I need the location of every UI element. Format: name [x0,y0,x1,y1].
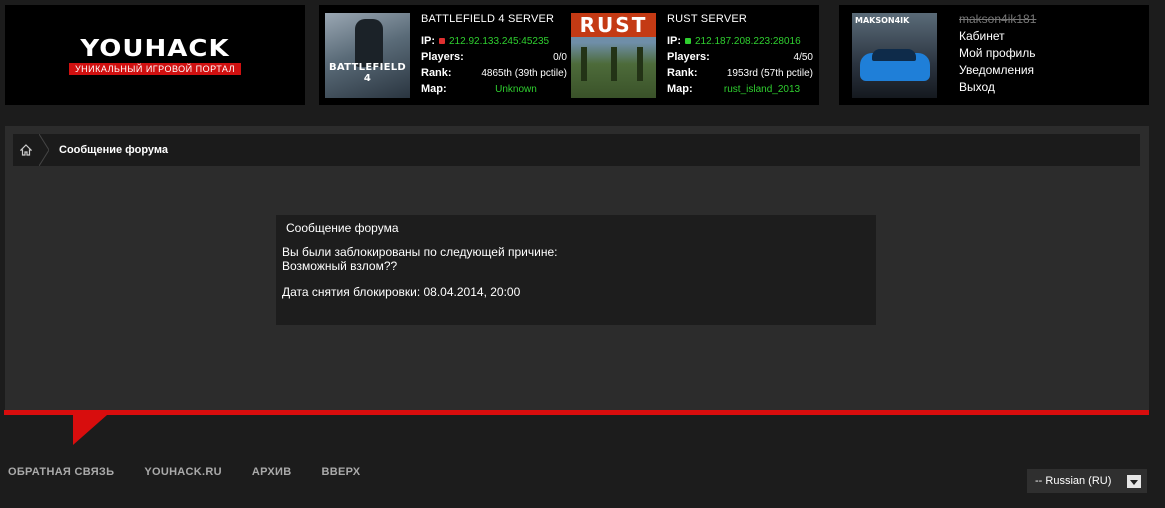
map-label: Map: [421,83,447,95]
map-label: Map: [667,83,693,95]
breadcrumb-separator-icon [39,134,49,166]
server-players-row: Players: 4/50 [667,49,813,65]
rust-logo: RUST [571,13,656,37]
soldier-figure [355,19,383,67]
server-ip-row: IP: 212.92.133.245:45235 [421,33,567,49]
menu-item-notifications[interactable]: Уведомления [959,62,1036,79]
server-map: rust_island_2013 [723,83,801,95]
rank-label: Rank: [667,67,698,79]
menu-item-profile[interactable]: Мой профиль [959,45,1036,62]
server-ip-value: 212.92.133.245:45235 [449,35,550,47]
server-ip-row: IP: 212.187.208.223:28016 [667,33,813,49]
footer-links: ОБРАТНАЯ СВЯЗЬ YOUHACK.RU АРХИВ ВВЕРХ [8,466,390,478]
server-title[interactable]: BATTLEFIELD 4 SERVER [421,13,567,25]
status-online-icon [685,37,691,44]
username[interactable]: makson4ik181 [959,12,1036,26]
rank-label: Rank: [421,67,452,79]
server-rank: 4865th (39th pctile) [481,67,567,79]
logo-subtitle: УНИКАЛЬНЫЙ ИГРОВОЙ ПОРТАЛ [68,62,242,75]
server-battlefield4: BATTLEFIELD 4 BATTLEFIELD 4 SERVER IP: 2… [325,13,567,99]
forum-message: Сообщение форума Вы были заблокированы п… [276,215,876,325]
server-info: BATTLEFIELD 4 SERVER IP: 212.92.133.245:… [421,13,567,97]
language-select[interactable]: -- Russian (RU) [1027,469,1147,493]
user-panel: MAKSON4IK makson4ik181 Кабинет Мой профи… [839,5,1149,105]
server-players-row: Players: 0/0 [421,49,567,65]
server-players: 4/50 [793,51,813,63]
home-icon [20,144,32,156]
message-body: Вы были заблокированы по следующей причи… [276,241,876,303]
ip-label: IP: [667,35,682,47]
players-label: Players: [667,51,710,63]
server-ip: 212.187.208.223:28016 [685,36,813,47]
server-rank: 1953rd (57th pctile) [726,67,813,79]
server-map-row: Map: rust_island_2013 [667,81,813,97]
breadcrumb: Сообщение форума [13,134,1140,166]
players-label: Players: [421,51,464,63]
status-offline-icon [439,37,445,44]
server-ip: 212.92.133.245:45235 [439,36,567,47]
server-map: Unknown [495,83,537,95]
avatar[interactable]: MAKSON4IK [852,13,937,98]
footer-link-top[interactable]: ВВЕРХ [321,466,360,478]
server-title[interactable]: RUST SERVER [667,13,813,25]
tree-shape [581,47,587,81]
message-line: Возможный взлом?? [282,259,398,273]
message-title: Сообщение форума [286,221,399,235]
footer-tab-marker [73,415,107,445]
message-line: Дата снятия блокировки: 08.04.2014, 20:0… [282,285,521,299]
menu-item-cabinet[interactable]: Кабинет [959,28,1036,45]
tree-shape [637,47,643,81]
server-rank-row: Rank: 4865th (39th pctile) [421,65,567,81]
tree-shape [611,47,617,81]
server-rust: RUST RUST SERVER IP: 212.187.208.223:280… [571,13,813,99]
server-map-row: Map: Unknown [421,81,567,97]
server-players: 0/0 [553,51,567,63]
footer-link-feedback[interactable]: ОБРАТНАЯ СВЯЗЬ [8,466,114,478]
menu-item-logout[interactable]: Выход [959,79,1036,96]
footer-link-home[interactable]: YOUHACK.RU [144,466,222,478]
home-link[interactable] [13,134,39,166]
server-panel: BATTLEFIELD 4 BATTLEFIELD 4 SERVER IP: 2… [319,5,819,105]
ip-label: IP: [421,35,436,47]
rust-image[interactable]: RUST [571,13,656,98]
logo-title: YOUHACK [80,35,230,62]
car-window-shape [872,49,916,61]
avatar-caption: MAKSON4IK [855,16,910,25]
footer-link-archive[interactable]: АРХИВ [252,466,292,478]
site-logo[interactable]: YOUHACK УНИКАЛЬНЫЙ ИГРОВОЙ ПОРТАЛ [5,5,305,105]
main-content: Сообщение форума Сообщение форума Вы был… [5,126,1149,412]
language-selected: -- Russian (RU) [1035,475,1112,487]
message-line: Вы были заблокированы по следующей причи… [282,245,558,259]
user-menu: makson4ik181 Кабинет Мой профиль Уведомл… [959,12,1036,96]
breadcrumb-current: Сообщение форума [59,144,169,156]
server-rank-row: Rank: 1953rd (57th pctile) [667,65,813,81]
server-info: RUST SERVER IP: 212.187.208.223:28016 Pl… [667,13,813,97]
footer-divider [4,410,1149,415]
battlefield4-image-caption: BATTLEFIELD 4 [328,62,407,84]
server-ip-value: 212.187.208.223:28016 [695,35,801,47]
chevron-down-icon[interactable] [1127,475,1141,488]
battlefield4-image[interactable]: BATTLEFIELD 4 [325,13,410,98]
